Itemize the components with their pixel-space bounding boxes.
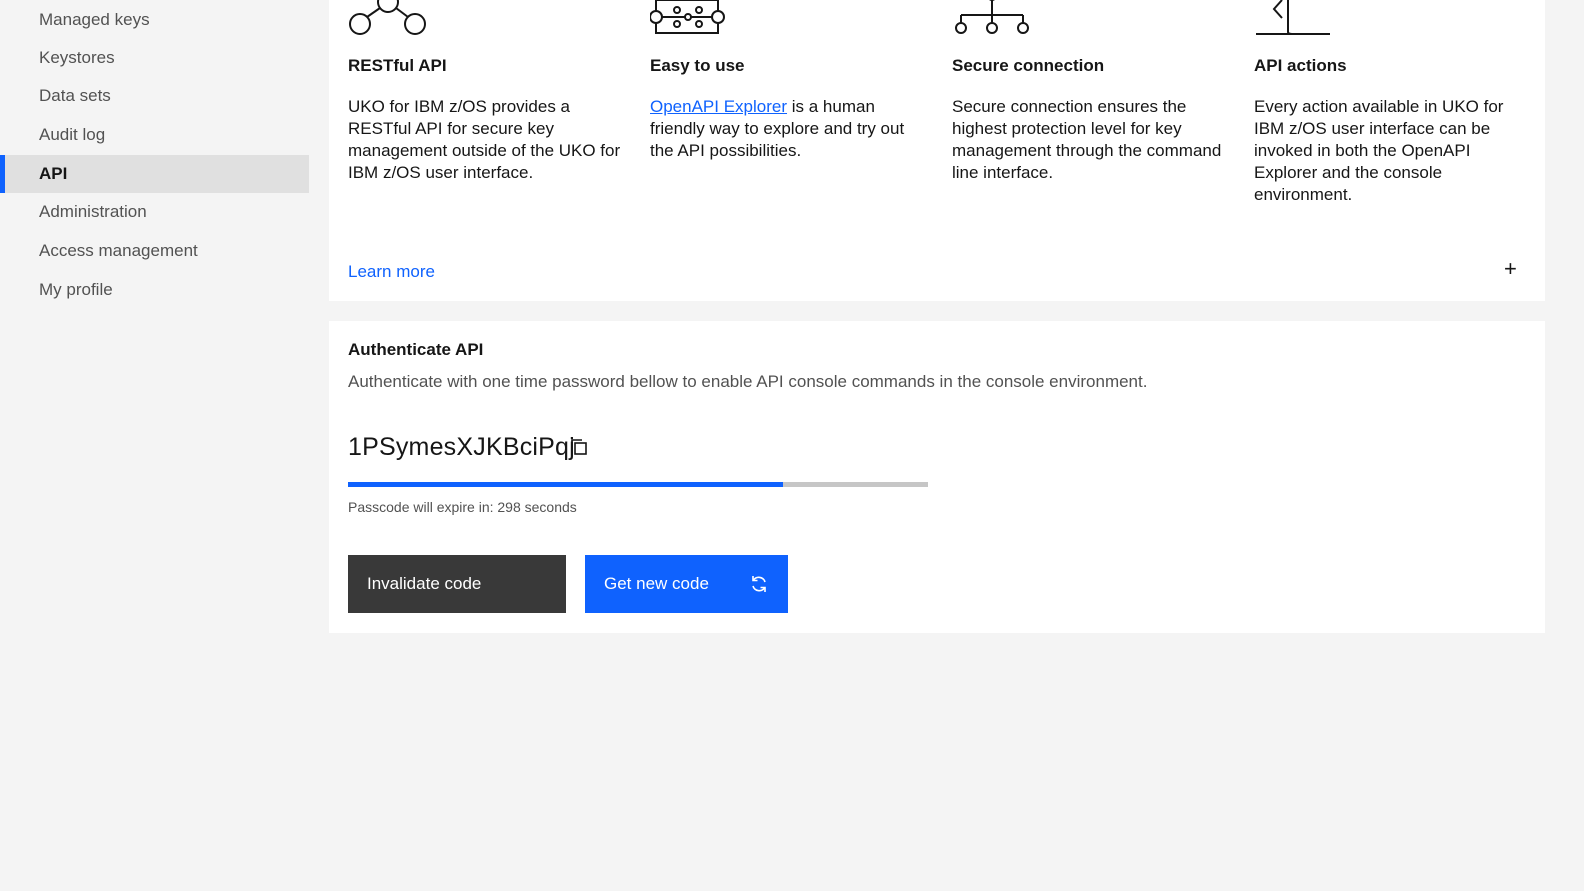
expiry-progress-fill (348, 482, 783, 487)
sidebar-item-label: Managed keys (39, 10, 150, 29)
feature-title: RESTful API (348, 56, 447, 75)
sidebar-item-label: Data sets (39, 86, 111, 105)
hierarchy-icon (955, 0, 1029, 34)
sidebar-item-administration[interactable]: Administration (0, 193, 309, 231)
auth-description: Authenticate with one time password bell… (348, 372, 1148, 391)
api-actions-icon (1256, 0, 1330, 35)
feature-title: Secure connection (952, 56, 1105, 75)
sidebar-item-label: API (39, 164, 68, 183)
authenticate-api-card: Authenticate API Authenticate with one t… (329, 321, 1545, 633)
sidebar: Managed keys Keystores Data sets Audit l… (0, 0, 309, 891)
feature-title: Easy to use (650, 56, 745, 75)
expire-text: Passcode will expire in: 298 seconds (348, 499, 577, 515)
get-new-code-label: Get new code (604, 574, 709, 593)
sidebar-item-my-profile[interactable]: My profile (0, 271, 309, 309)
invalidate-code-label: Invalidate code (367, 574, 482, 593)
api-info-card: RESTful API UKO for IBM z/OS provides a … (329, 0, 1545, 301)
learn-more-link[interactable]: Learn more (348, 262, 435, 282)
sidebar-item-label: My profile (39, 280, 113, 299)
sidebar-item-access-management[interactable]: Access management (0, 232, 309, 270)
expand-plus-icon[interactable]: + (1504, 258, 1517, 280)
feature-description: UKO for IBM z/OS provides a RESTful API … (348, 97, 621, 182)
passcode-value: 1PSymesXJKBciPqj (348, 433, 575, 461)
sidebar-item-keystores[interactable]: Keystores (0, 39, 309, 77)
circuit-icon (650, 0, 725, 34)
sidebar-item-managed-keys[interactable]: Managed keys (0, 1, 309, 39)
feature-description: Secure connection ensures the highest pr… (952, 97, 1222, 182)
openapi-explorer-link[interactable]: OpenAPI Explorer (650, 97, 787, 116)
expiry-progress-bar (348, 482, 928, 487)
feature-title: API actions (1254, 56, 1347, 75)
refresh-icon (752, 576, 766, 592)
sidebar-item-audit-log[interactable]: Audit log (0, 116, 309, 154)
feature-description: OpenAPI Explorer is a human friendly way… (650, 96, 925, 162)
auth-title: Authenticate API (348, 340, 484, 359)
sidebar-item-label: Audit log (39, 125, 106, 144)
sidebar-item-api[interactable]: API (0, 155, 309, 193)
sidebar-item-data-sets[interactable]: Data sets (0, 77, 309, 115)
feature-description: Every action available in UKO for IBM z/… (1254, 97, 1504, 204)
network-nodes-icon (349, 0, 426, 35)
sidebar-item-label: Access management (39, 241, 198, 260)
invalidate-code-button[interactable]: Invalidate code (348, 555, 566, 613)
get-new-code-button[interactable]: Get new code (585, 555, 788, 613)
sidebar-item-label: Keystores (39, 48, 115, 67)
copy-icon[interactable] (569, 437, 589, 457)
sidebar-item-label: Administration (39, 202, 147, 221)
